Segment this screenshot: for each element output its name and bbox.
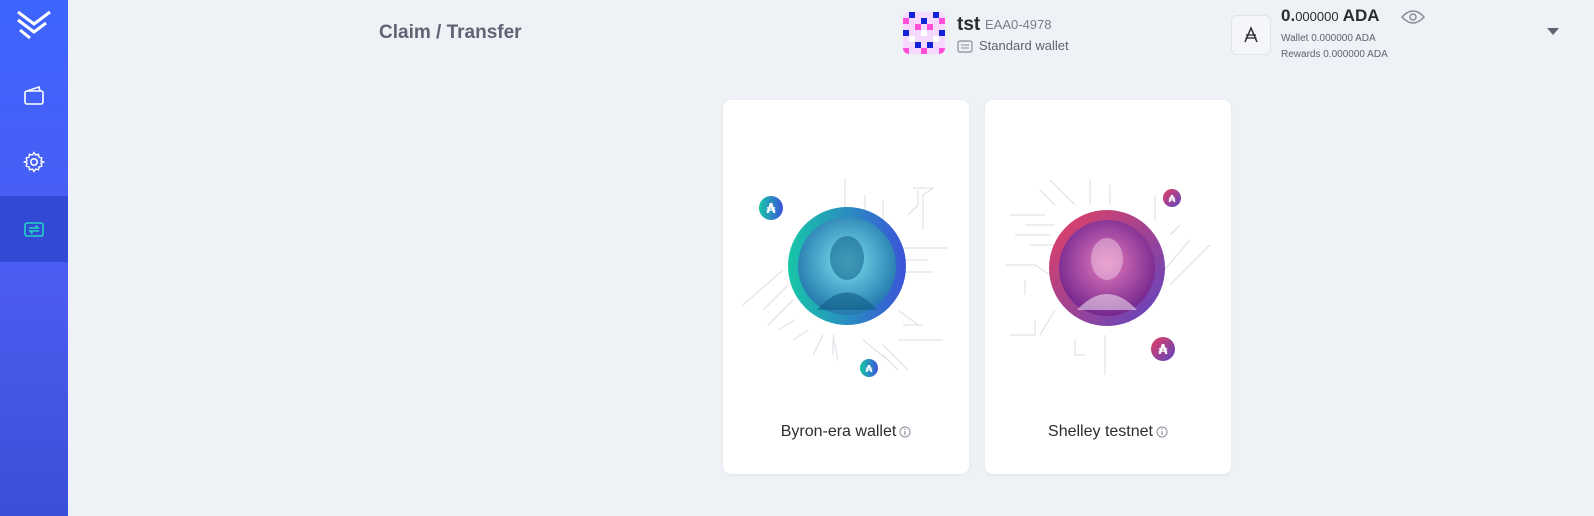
shelley-testnet-card[interactable]: ₳ ₳ Shelley testnet (985, 100, 1231, 474)
byron-wallet-label: Byron-era wallet (723, 423, 969, 441)
gear-icon (22, 151, 46, 173)
wallet-icon (24, 85, 44, 105)
balance-decimal: 000000 (1295, 9, 1339, 24)
balance-unit: ADA (1342, 6, 1380, 25)
sidebar (0, 0, 68, 516)
sidebar-item-transfer[interactable] (0, 196, 68, 262)
shelley-illustration: ₳ ₳ (1005, 179, 1211, 375)
wallet-type-icon (957, 39, 973, 53)
wallet-balance-row: Wallet 0.000000 ADA (1281, 33, 1376, 44)
transfer-icon (24, 222, 44, 237)
wallet-type-label: Standard wallet (979, 38, 1069, 53)
info-icon[interactable] (1156, 426, 1168, 438)
svg-text:₳: ₳ (866, 364, 873, 375)
svg-text:₳: ₳ (1158, 343, 1167, 358)
chevron-down-icon[interactable] (1547, 28, 1559, 36)
wallet-plate-id: EAA0-4978 (985, 17, 1052, 32)
wallet-identicon (903, 12, 945, 54)
rewards-balance-label: Rewards (1281, 49, 1321, 60)
wallet-type: Standard wallet (957, 38, 1069, 53)
eye-icon[interactable] (1401, 9, 1425, 25)
yoroi-logo[interactable] (14, 8, 54, 44)
byron-illustration: ₳ ₳ (742, 178, 948, 377)
sidebar-item-settings[interactable] (0, 129, 68, 195)
rewards-balance-value: 0.000000 ADA (1323, 49, 1388, 60)
wallet-balance-value: 0.000000 ADA (1311, 33, 1376, 44)
ada-currency-badge (1231, 15, 1271, 55)
wallet-balance-label: Wallet (1281, 33, 1309, 44)
balance-integer: 0. (1281, 6, 1296, 25)
rewards-balance-row: Rewards 0.000000 ADA (1281, 49, 1388, 60)
byron-wallet-card[interactable]: ₳ ₳ Byron-era wallet (723, 100, 969, 474)
svg-text:₳: ₳ (1169, 194, 1176, 205)
ada-icon (1244, 26, 1258, 43)
wallet-name: tst (957, 14, 981, 35)
svg-text:₳: ₳ (766, 202, 775, 217)
shelley-testnet-label: Shelley testnet (985, 423, 1231, 441)
info-icon[interactable] (899, 426, 911, 438)
sidebar-item-wallets[interactable] (0, 63, 68, 129)
total-balance: 0.000000 ADA (1281, 6, 1380, 26)
page-title: Claim / Transfer (379, 22, 522, 43)
